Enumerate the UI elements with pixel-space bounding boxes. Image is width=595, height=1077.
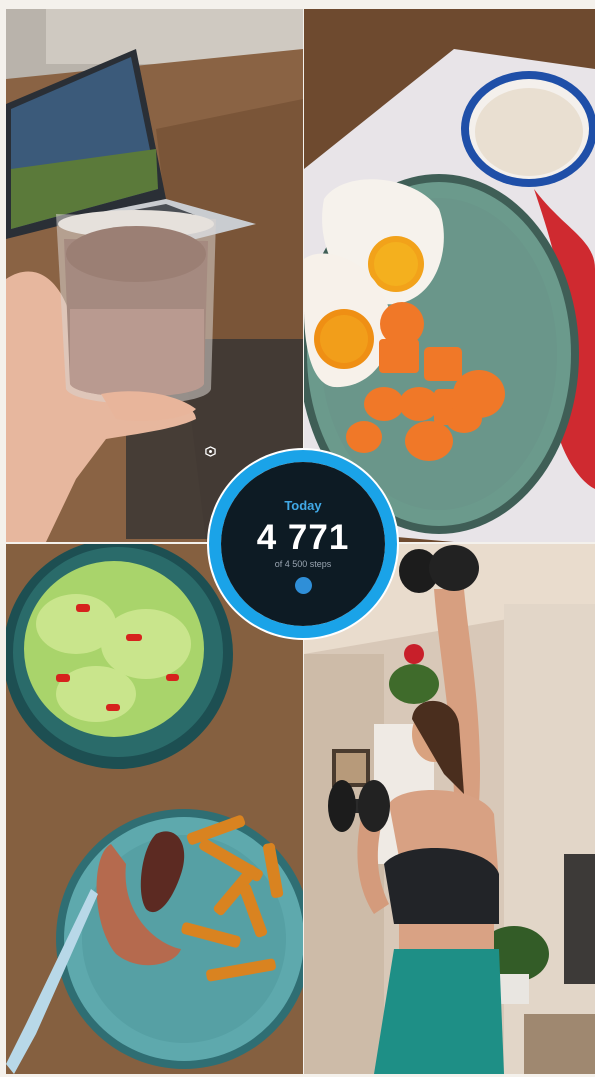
today-label: Today xyxy=(284,498,322,513)
photo-collage: Today 4 771 of 4 500 steps xyxy=(0,0,595,1077)
shield-badge-icon xyxy=(205,446,312,594)
step-counter-widget: Today 4 771 of 4 500 steps xyxy=(205,446,401,642)
step-count: 4 771 xyxy=(256,518,350,557)
step-goal-text: of 4 500 steps xyxy=(274,559,332,569)
